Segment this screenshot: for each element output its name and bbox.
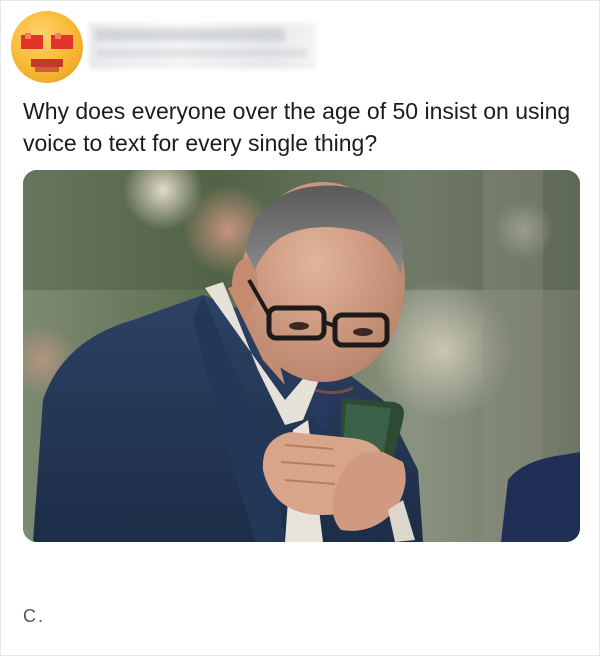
post-text: Why does everyone over the age of 50 ins… xyxy=(23,98,571,156)
footer-watermark: C. xyxy=(23,606,45,626)
man-squinting-at-phone-photo xyxy=(23,170,580,542)
avatar[interactable] xyxy=(11,11,83,83)
redacted-username xyxy=(89,23,317,69)
post-image[interactable] xyxy=(23,170,580,542)
post-card: Why does everyone over the age of 50 ins… xyxy=(0,0,600,656)
